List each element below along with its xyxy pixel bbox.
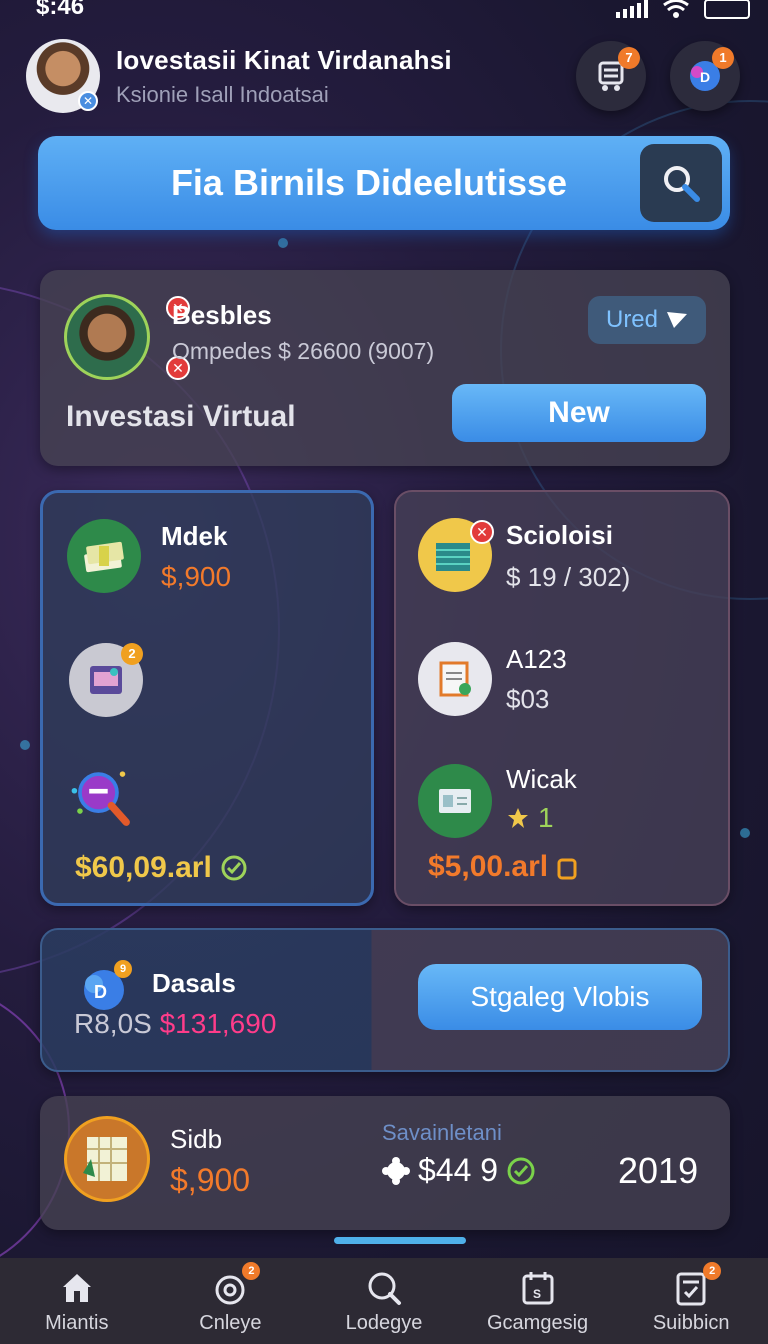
investor-detail: Ompedes $ 26600 (9007): [172, 338, 435, 364]
dasals-prefix: R8,0S: [74, 1008, 152, 1039]
header-title: Iovestasii Kinat Virdanahsi: [116, 44, 452, 75]
svg-text:D: D: [94, 982, 107, 1002]
item-title: Scioloisi: [506, 520, 613, 550]
svg-text:D: D: [700, 69, 710, 85]
status-bar: $:46: [0, 0, 768, 24]
left-asset-card: Mdek $,900 2 $60,09.arl: [40, 490, 374, 906]
profile-card: ✕ ✕ Besbles Ompedes $ 26600 (9007) Inves…: [40, 270, 730, 466]
item-title: Mdek: [161, 521, 228, 551]
wifi-icon: [663, 0, 689, 18]
tab-badge: 2: [242, 1261, 261, 1280]
sidb-card: Sidb $,900 Savainletani $44 9 2019: [40, 1096, 730, 1230]
star-icon: [508, 808, 528, 828]
item-rating: 1: [506, 802, 554, 834]
used-button[interactable]: Ured: [588, 296, 706, 344]
new-button[interactable]: New: [452, 384, 706, 442]
search-bar[interactable]: Fia Birnils Dideelutisse: [38, 136, 730, 230]
dasals-amount: R8,0S $131,690: [74, 1008, 276, 1040]
sidb-title: Sidb: [170, 1124, 223, 1154]
section-label: Investasi Virtual: [66, 400, 296, 433]
header-subtitle: Ksionie Isall Indoatsai: [116, 81, 329, 107]
sidb-year: 2019: [618, 1150, 699, 1191]
chat-button[interactable]: D 1: [670, 41, 740, 111]
document-icon[interactable]: 2: [69, 643, 143, 717]
tab-gcamgesig[interactable]: S Gcamgesig: [463, 1268, 613, 1335]
sidb-value: $,900: [170, 1162, 251, 1198]
bottom-tab-bar: Miantis 2 Cnleye Lodegye S Gcamgesig 2 S…: [0, 1258, 768, 1344]
tab-cnleye[interactable]: 2 Cnleye: [155, 1261, 305, 1335]
invoice-icon: [418, 642, 492, 716]
cash-bundle-icon: ✕: [418, 518, 494, 592]
tab-label: Suibbicn: [652, 1311, 730, 1334]
verified-icon: ✕: [78, 91, 98, 111]
item-value: $03: [506, 684, 550, 714]
left-total-value: $60,09.arl: [75, 851, 212, 884]
search-icon: [364, 1268, 404, 1308]
send-icon: [667, 312, 688, 328]
tab-lodegye[interactable]: Lodegye: [309, 1268, 459, 1335]
ledger-book-icon[interactable]: [64, 1116, 150, 1202]
savings-amount: $44 9: [382, 1152, 536, 1189]
right-total: $5,00.arl: [428, 850, 578, 884]
home-icon: [57, 1268, 97, 1308]
gear-icon: [382, 1156, 410, 1185]
dasals-title: Dasals: [152, 968, 236, 998]
cart-badge: 7: [618, 47, 640, 69]
battery-icon: [704, 0, 750, 19]
scroll-indicator[interactable]: [334, 1237, 466, 1244]
right-total-value: $5,00.arl: [428, 850, 549, 883]
dasals-card: D 9 Dasals R8,0S $131,690 Stgaleg Vlobis: [40, 928, 730, 1072]
tab-badge: 2: [703, 1261, 722, 1280]
cart-button[interactable]: 7: [576, 41, 646, 111]
investor-name: Besbles: [172, 300, 272, 330]
tab-label: Gcamgesig: [487, 1311, 589, 1334]
primary-action-button[interactable]: Stgaleg Vlobis: [418, 964, 702, 1030]
right-asset-card: ✕ Scioloisi $ 19 / 302) A123 $03 Wicak 1…: [394, 490, 730, 906]
user-avatar[interactable]: ✕: [26, 39, 100, 113]
magnifier-icon[interactable]: [67, 763, 141, 837]
svg-text:S: S: [533, 1287, 541, 1301]
tab-label: Miantis: [45, 1311, 109, 1334]
rating-value: 1: [538, 802, 554, 833]
banknote-icon: [418, 764, 492, 838]
savings-value: $44 9: [418, 1152, 499, 1188]
tab-label: Lodegye: [345, 1311, 423, 1334]
header: ✕ Iovestasii Kinat Virdanahsi Ksionie Is…: [26, 38, 740, 114]
tab-home[interactable]: Miantis: [2, 1268, 152, 1335]
check-circle-icon: [221, 855, 247, 881]
checklist-icon: 2: [671, 1261, 722, 1308]
lock-icon: [557, 858, 577, 880]
check-circle-icon: [507, 1157, 535, 1184]
tab-label: Cnleye: [199, 1311, 262, 1334]
document-badge: 2: [121, 643, 143, 665]
search-button[interactable]: [640, 144, 722, 222]
signal-icon: [616, 0, 648, 18]
savings-label: Savainletani: [382, 1120, 502, 1145]
app-logo-badge: 9: [114, 960, 132, 978]
investor-avatar[interactable]: [64, 294, 150, 380]
item-value: $,900: [161, 561, 232, 592]
status-time: $:46: [36, 0, 85, 20]
tab-suibbicn[interactable]: 2 Suibbicn: [616, 1261, 766, 1335]
chat-badge: 1: [712, 47, 734, 69]
item-title: A123: [506, 644, 567, 674]
search-label: Fia Birnils Dideelutisse: [170, 162, 568, 203]
dasals-value: $131,690: [159, 1008, 277, 1039]
search-icon: [664, 166, 700, 202]
left-total: $60,09.arl: [75, 851, 248, 885]
item-title: Wicak: [506, 764, 577, 794]
calendar-icon: S: [518, 1268, 558, 1308]
remove-icon[interactable]: ✕: [470, 520, 494, 544]
refresh-icon: 2: [210, 1261, 261, 1308]
used-button-label: Ured: [605, 306, 659, 333]
money-stack-icon: [67, 519, 141, 593]
item-value: $ 19 / 302): [506, 562, 631, 592]
